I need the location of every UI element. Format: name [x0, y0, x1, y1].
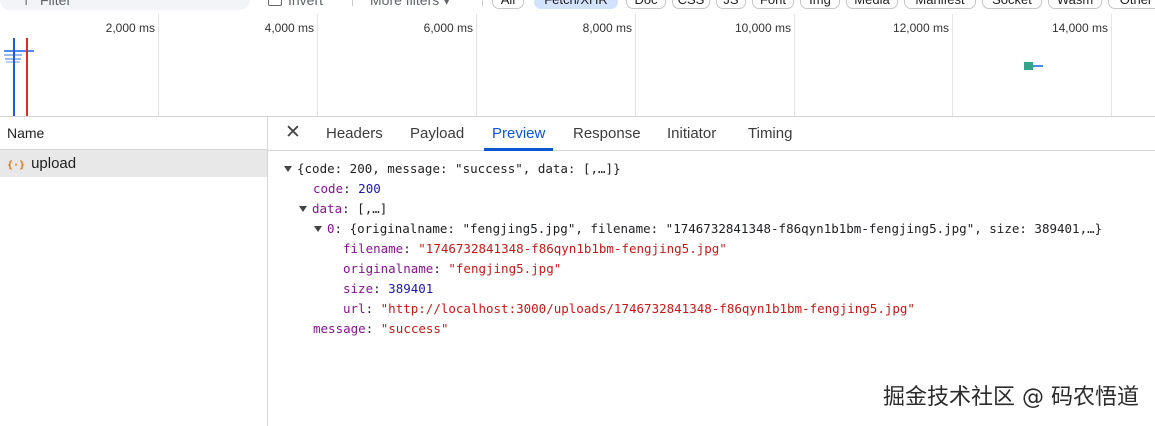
tab-payload[interactable]: Payload — [410, 117, 464, 150]
upload-request-bar — [1024, 62, 1033, 70]
tab-initiator[interactable]: Initiator — [667, 117, 716, 150]
name-column-header[interactable]: Name — [0, 117, 267, 150]
request-name: upload — [31, 155, 77, 172]
chip-css[interactable]: CSS — [672, 0, 710, 9]
grid-line — [317, 14, 318, 116]
tick-label: 8,000 ms — [582, 21, 632, 35]
details-tabbar: ✕ Headers Payload Preview Response Initi… — [268, 117, 1155, 151]
json-string-value: "1746732841348-f86qyn1b1bm-fengjing5.jpg… — [418, 241, 727, 256]
json-array-summary: [,…] — [357, 201, 388, 216]
filter-placeholder: Filter — [40, 0, 72, 8]
request-row-upload[interactable]: {·} upload — [0, 150, 267, 177]
chip-media[interactable]: Media — [846, 0, 898, 9]
chip-manifest[interactable]: Manifest — [904, 0, 976, 9]
chevron-down-icon: ▾ — [443, 0, 451, 8]
json-code-row: code: 200 — [313, 181, 381, 196]
expand-triangle-icon[interactable] — [314, 226, 322, 232]
json-string-value: "success" — [380, 321, 449, 336]
expand-triangle-icon[interactable] — [284, 166, 292, 172]
tick-label: 4,000 ms — [264, 21, 314, 35]
json-size-row: size: 389401 — [343, 281, 434, 296]
tab-headers[interactable]: Headers — [326, 117, 383, 150]
json-data-row[interactable]: data: [,…] — [299, 200, 387, 218]
grid-line — [794, 14, 795, 116]
grid-line — [476, 14, 477, 116]
chip-img[interactable]: Img — [800, 0, 840, 9]
json-key: filename — [343, 241, 404, 256]
json-string-value: "http://localhost:3000/uploads/174673284… — [380, 301, 915, 316]
chip-fetch-xhr[interactable]: Fetch/XHR — [534, 0, 618, 9]
json-url-row: url: "http://localhost:3000/uploads/1746… — [343, 301, 915, 316]
chip-wasm[interactable]: Wasm — [1048, 0, 1102, 9]
json-root-row[interactable]: {code: 200, message: "success", data: [,… — [284, 160, 621, 178]
json-key: size — [343, 281, 374, 296]
grid-line — [635, 14, 636, 116]
filter-icon: ⊤ — [20, 0, 33, 8]
json-number-value: 200 — [358, 181, 381, 196]
xhr-icon: {·} — [7, 160, 26, 171]
tick-label: 14,000 ms — [1051, 21, 1108, 35]
chip-other[interactable]: Other — [1108, 0, 1155, 9]
toolbar-divider — [482, 0, 483, 6]
json-key: data — [312, 201, 343, 216]
more-filters-dropdown[interactable]: More filters ▾ — [370, 0, 450, 8]
filter-toolbar: ⊤ Filter Invert More filters ▾ All Fetch… — [0, 0, 1155, 14]
json-filename-row: filename: "1746732841348-f86qyn1b1bm-fen… — [343, 241, 727, 256]
chip-all[interactable]: All — [492, 0, 524, 9]
request-list-pane: Name {·} upload — [0, 117, 268, 426]
request-bar — [4, 50, 34, 52]
tick-label: 2,000 ms — [105, 21, 155, 35]
json-key: originalname — [343, 261, 434, 276]
json-key: message — [313, 321, 366, 336]
tab-preview[interactable]: Preview — [483, 117, 554, 151]
expand-triangle-icon[interactable] — [299, 206, 307, 212]
json-root-summary: {code: 200, message: "success", data: [,… — [297, 161, 621, 176]
json-message-row: message: "success" — [313, 321, 449, 336]
json-object-summary: {originalname: "fengjing5.jpg", filename… — [349, 221, 1103, 236]
grid-line — [1111, 14, 1112, 116]
tick-label: 10,000 ms — [734, 21, 791, 35]
checkbox-icon[interactable] — [268, 0, 282, 6]
filter-input[interactable]: ⊤ Filter — [0, 0, 250, 10]
toolbar-divider — [352, 0, 353, 6]
json-number-value: 389401 — [388, 281, 434, 296]
chip-js[interactable]: JS — [716, 0, 746, 9]
load-marker — [26, 38, 28, 116]
chip-doc[interactable]: Doc — [626, 0, 666, 9]
json-key: url — [343, 301, 366, 316]
json-key: 0 — [327, 221, 335, 236]
tick-label: 12,000 ms — [892, 21, 949, 35]
network-overview-timeline[interactable]: 2,000 ms 4,000 ms 6,000 ms 8,000 ms 10,0… — [0, 14, 1155, 117]
domcontentloaded-marker — [13, 38, 15, 116]
chip-socket[interactable]: Socket — [982, 0, 1042, 9]
json-string-value: "fengjing5.jpg" — [448, 261, 562, 276]
json-item0-row[interactable]: 0: {originalname: "fengjing5.jpg", filen… — [314, 220, 1102, 238]
tab-timing[interactable]: Timing — [748, 117, 792, 150]
chip-font[interactable]: Font — [752, 0, 794, 9]
upload-request-tail — [1033, 65, 1043, 67]
json-originalname-row: originalname: "fengjing5.jpg" — [343, 261, 562, 276]
invert-label: Invert — [288, 0, 324, 8]
grid-line — [158, 14, 159, 116]
tick-label: 6,000 ms — [423, 21, 473, 35]
json-key: code — [313, 181, 344, 196]
watermark: 掘金技术社区 @ 码农悟道 — [883, 385, 1139, 410]
grid-line — [952, 14, 953, 116]
more-filters-label: More filters — [370, 0, 440, 8]
close-icon[interactable]: ✕ — [285, 122, 301, 144]
tab-response[interactable]: Response — [573, 117, 641, 150]
invert-checkbox[interactable]: Invert — [268, 0, 323, 8]
